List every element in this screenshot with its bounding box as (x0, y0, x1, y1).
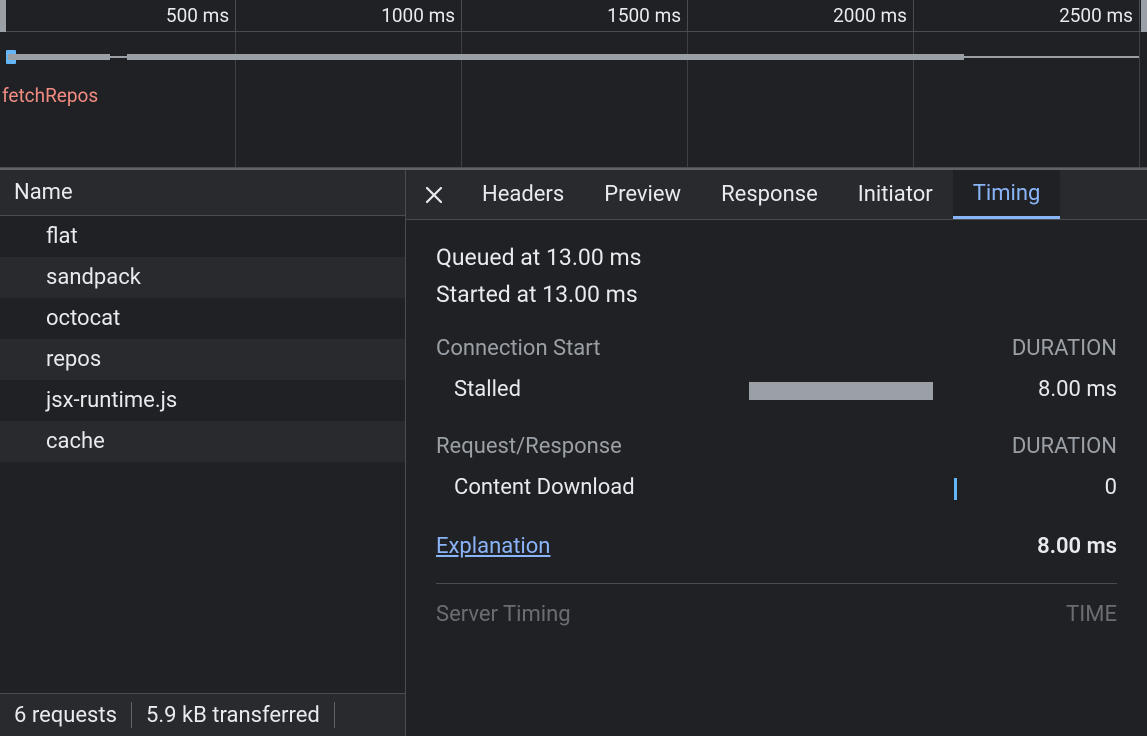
server-timing-label: Server Timing (436, 602, 571, 627)
timeline-bars (8, 54, 1139, 60)
status-bar: 6 requests 5.9 kB transferred (0, 693, 405, 736)
timeline-overview[interactable]: 500 ms 1000 ms 1500 ms 2000 ms 2500 ms f… (0, 0, 1147, 168)
ruler-tick-label: 2500 ms (1059, 4, 1139, 27)
details-pane: Headers Preview Response Initiator Timin… (406, 170, 1147, 736)
request-row[interactable]: repos (0, 339, 405, 380)
tab-preview[interactable]: Preview (584, 170, 701, 219)
request-row[interactable]: jsx-runtime.js (0, 380, 405, 421)
explanation-link[interactable]: Explanation (436, 534, 550, 559)
column-header-name[interactable]: Name (0, 170, 405, 216)
divider (131, 702, 132, 728)
total-time: 8.00 ms (1037, 534, 1117, 559)
tab-timing[interactable]: Timing (953, 170, 1061, 219)
timeline-ruler[interactable]: 500 ms 1000 ms 1500 ms 2000 ms 2500 ms (0, 0, 1147, 32)
request-count: 6 requests (14, 703, 117, 728)
divider (334, 702, 335, 728)
fetch-label: fetchRepos (2, 84, 98, 107)
close-icon[interactable] (406, 170, 462, 219)
overview-left-handle[interactable] (0, 0, 6, 32)
tab-bar: Headers Preview Response Initiator Timin… (406, 170, 1147, 220)
request-row[interactable]: sandpack (0, 257, 405, 298)
duration-label: DURATION (1012, 434, 1117, 459)
request-response-label: Request/Response (436, 434, 622, 459)
request-list-pane: Name flat sandpack octocat repos jsx-run… (0, 170, 406, 736)
connection-start-label: Connection Start (436, 336, 600, 361)
content-download-value: 0 (957, 475, 1117, 500)
content-download-bar (954, 478, 957, 500)
stalled-bar (749, 382, 933, 400)
tab-response[interactable]: Response (701, 170, 838, 219)
content-download-label: Content Download (436, 475, 746, 500)
ruler-tick-label: 1500 ms (607, 4, 687, 27)
overview-right-handle[interactable] (1141, 0, 1147, 32)
transferred: 5.9 kB transferred (146, 703, 320, 728)
started-at: Started at 13.00 ms (436, 281, 1117, 308)
ruler-tick-label: 2000 ms (833, 4, 913, 27)
queued-at: Queued at 13.00 ms (436, 244, 1117, 271)
ruler-tick-label: 500 ms (166, 4, 235, 27)
stalled-value: 8.00 ms (957, 377, 1117, 402)
request-row[interactable]: flat (0, 216, 405, 257)
tab-initiator[interactable]: Initiator (838, 170, 953, 219)
request-row[interactable]: cache (0, 421, 405, 462)
duration-label: DURATION (1012, 336, 1117, 361)
ruler-tick-label: 1000 ms (381, 4, 461, 27)
tab-headers[interactable]: Headers (462, 170, 584, 219)
divider (436, 583, 1117, 584)
time-label: TIME (1066, 602, 1117, 627)
stalled-label: Stalled (436, 377, 746, 402)
request-list: flat sandpack octocat repos jsx-runtime.… (0, 216, 405, 693)
timing-panel: Queued at 13.00 ms Started at 13.00 ms C… (406, 220, 1147, 736)
request-row[interactable]: octocat (0, 298, 405, 339)
